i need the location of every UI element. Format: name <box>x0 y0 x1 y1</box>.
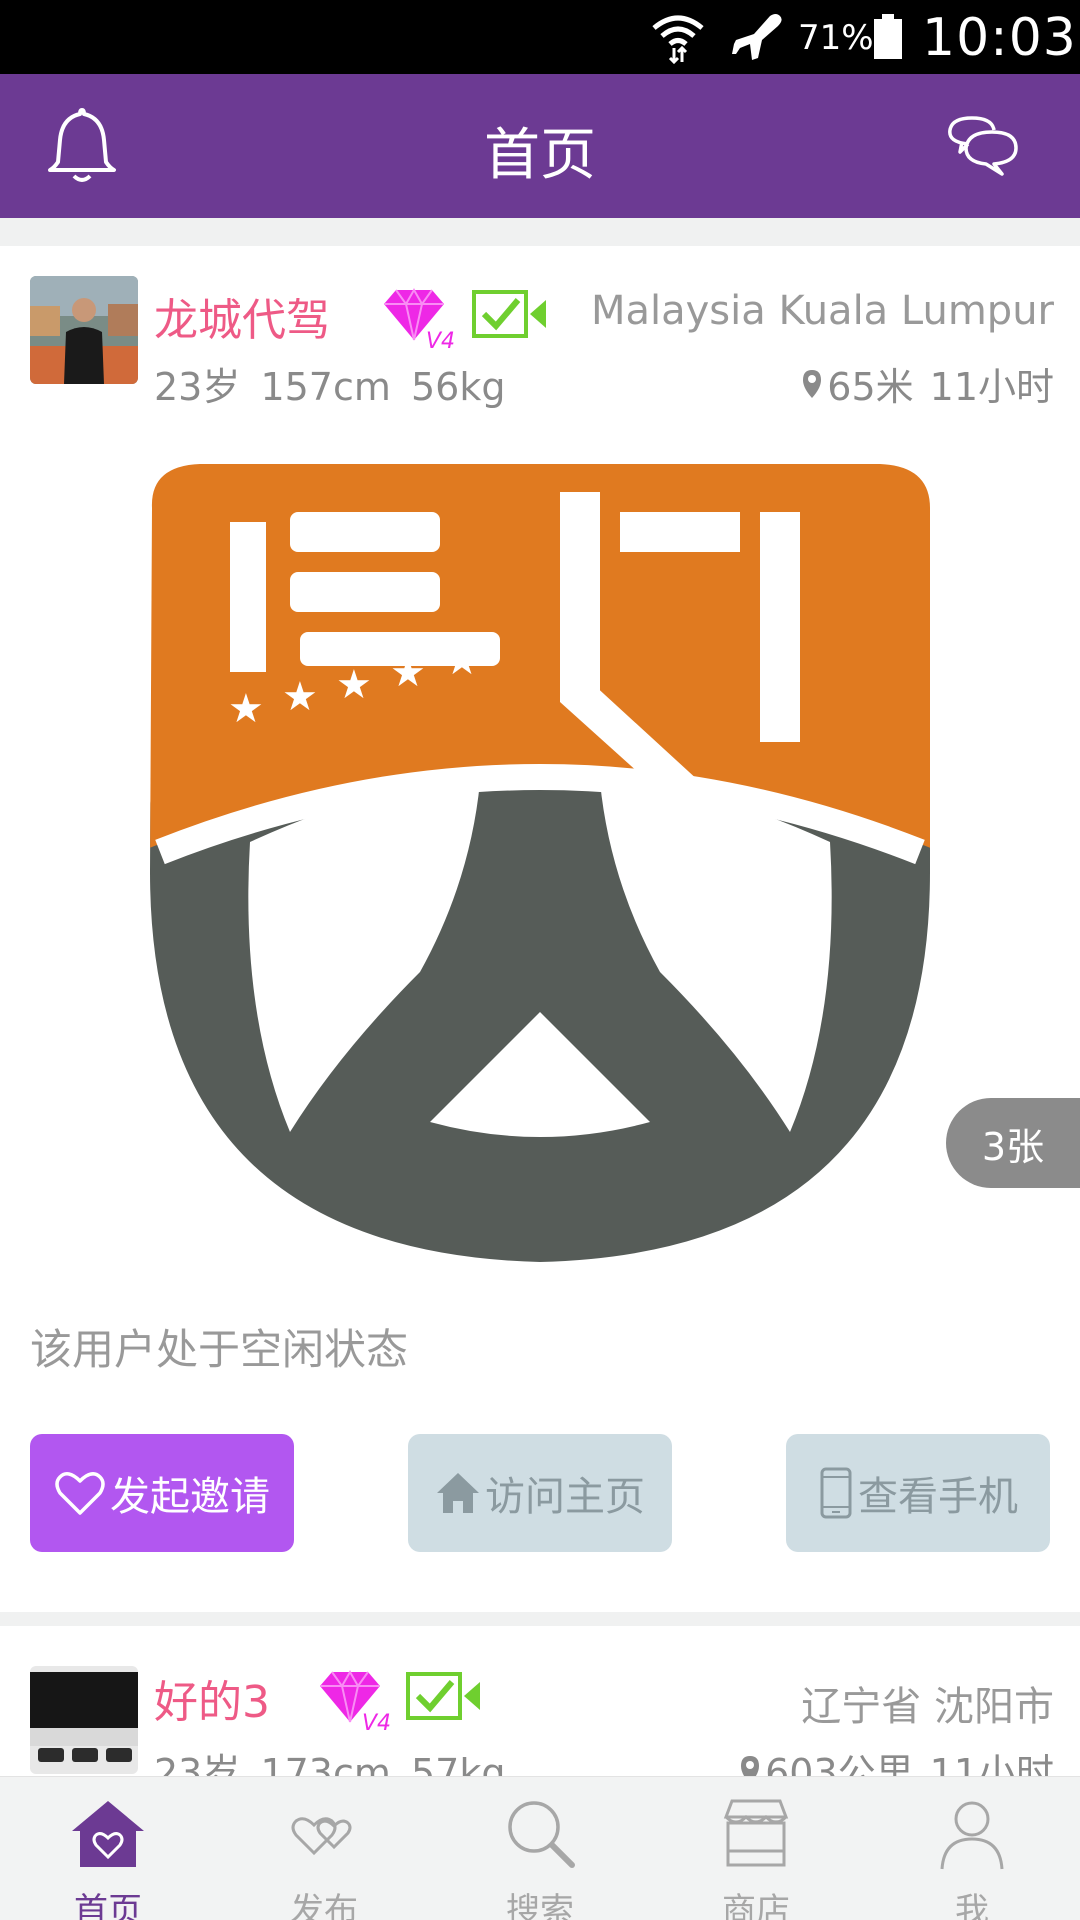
user-stats: 23岁 173cm 57kg <box>154 1742 505 1776</box>
time-ago: 11小时 <box>929 365 1054 409</box>
tab-label: 首页 <box>74 1891 142 1920</box>
chat-messages-icon[interactable] <box>946 114 1020 178</box>
distance: 65米 <box>827 365 914 409</box>
tab-me[interactable]: 我 <box>864 1777 1080 1920</box>
vip-level: V4 <box>426 329 455 350</box>
svg-text:★: ★ <box>228 686 264 732</box>
username[interactable]: 龙城代驾 <box>154 284 330 348</box>
photo-count-badge[interactable]: 3张 <box>946 1098 1080 1188</box>
location-pin-icon <box>803 369 822 398</box>
distance: 603公里 <box>765 1751 914 1776</box>
invite-label: 发起邀请 <box>110 1474 270 1520</box>
avatar[interactable] <box>30 276 138 384</box>
avatar[interactable] <box>30 1666 138 1774</box>
store-icon <box>723 1799 789 1867</box>
tab-label: 搜索 <box>506 1891 574 1920</box>
tab-search[interactable]: 搜索 <box>432 1777 648 1920</box>
app-header: 首页 <box>0 74 1080 218</box>
post-photo[interactable]: ★ ★ ★ ★ ★ <box>0 452 1080 1262</box>
svg-text:★: ★ <box>282 674 318 720</box>
video-verified-icon <box>406 1672 480 1720</box>
distance-info: 65米 11小时 <box>801 356 1054 411</box>
age: 23岁 <box>154 365 241 409</box>
username[interactable]: 好的3 <box>154 1666 270 1730</box>
post-card[interactable]: 龙城代驾 V4 Malaysia Kuala Lumpur 23岁 157cm … <box>0 246 1080 1612</box>
battery-percent: 71% <box>798 18 874 58</box>
vip-diamond-icon: V4 <box>384 287 455 350</box>
vip-diamond-icon: V4 <box>320 1669 391 1732</box>
home-icon <box>437 1473 479 1513</box>
post-card[interactable]: 好的3 V4 辽宁省 沈阳市 23岁 173cm 57kg 603公里 11小时 <box>0 1626 1080 1776</box>
height: 173cm <box>260 1751 391 1776</box>
video-verified-icon <box>472 290 546 338</box>
phone-label: 查看手机 <box>858 1474 1018 1520</box>
view-phone-button[interactable]: 查看手机 <box>786 1434 1050 1552</box>
page-title: 首页 <box>484 123 596 188</box>
clock: 10:03 <box>922 8 1077 68</box>
home-heart-icon <box>72 1801 144 1867</box>
visit-label: 访问主页 <box>485 1474 645 1520</box>
weight: 57kg <box>411 1751 506 1776</box>
location-text: Malaysia Kuala Lumpur <box>590 288 1054 334</box>
svg-text:★: ★ <box>444 638 480 684</box>
search-icon <box>508 1801 575 1868</box>
user-stats: 23岁 157cm 56kg <box>154 356 505 411</box>
tab-home[interactable]: 首页 <box>0 1777 216 1920</box>
tab-store[interactable]: 商店 <box>648 1777 864 1920</box>
visit-homepage-button[interactable]: 访问主页 <box>408 1434 672 1552</box>
height: 157cm <box>260 365 391 409</box>
hearts-icon <box>291 1817 352 1856</box>
tab-publish[interactable]: 发布 <box>216 1777 432 1920</box>
svg-text:★: ★ <box>336 662 372 708</box>
status-bar: 71% 10:03 <box>0 0 1080 74</box>
airplane-mode-icon <box>732 14 782 60</box>
mobile-phone-icon <box>820 1467 852 1519</box>
battery-icon <box>874 14 902 59</box>
time-ago: 11小时 <box>929 1751 1054 1776</box>
person-icon <box>940 1801 1004 1870</box>
location-pin-icon <box>741 1755 760 1776</box>
availability-status: 该用户处于空闲状态 <box>30 1325 409 1374</box>
tab-label: 我 <box>955 1891 989 1920</box>
age: 23岁 <box>154 1751 241 1776</box>
bottom-tab-bar: 首页 发布 搜索 商店 我 <box>0 1776 1080 1920</box>
tab-label: 商店 <box>722 1891 790 1920</box>
wifi-icon <box>652 15 704 64</box>
heart-icon <box>55 1472 105 1515</box>
svg-text:★: ★ <box>390 650 426 696</box>
location-text: 辽宁省 沈阳市 <box>801 1684 1054 1730</box>
tab-label: 发布 <box>290 1891 358 1920</box>
weight: 56kg <box>411 365 506 409</box>
invite-button[interactable]: 发起邀请 <box>30 1434 294 1552</box>
vip-level: V4 <box>362 1711 391 1732</box>
distance-info: 603公里 11小时 <box>739 1742 1054 1776</box>
